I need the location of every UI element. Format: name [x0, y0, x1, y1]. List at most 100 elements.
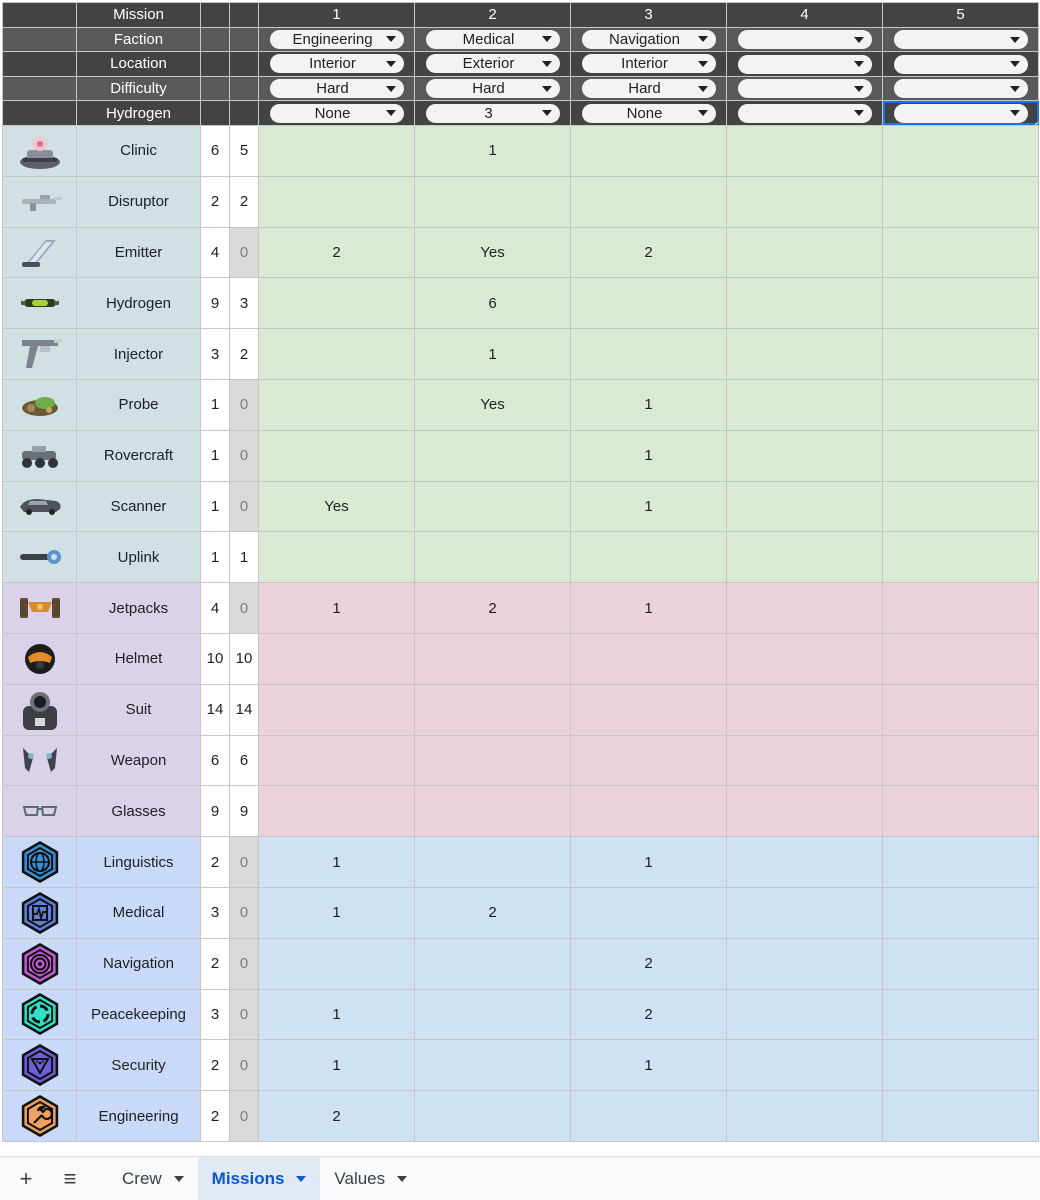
mission-2-peacekeeping-cell[interactable]: [414, 988, 571, 1041]
all-sheets-menu-button[interactable]: ≡: [48, 1157, 92, 1200]
mission-3-glasses-cell[interactable]: [570, 785, 727, 838]
mission-2-rovercraft-cell[interactable]: [414, 429, 571, 482]
item-name-injector[interactable]: Injector: [76, 328, 201, 380]
mission-5-engineering-cell[interactable]: [882, 1090, 1039, 1142]
mission-4-glasses-cell[interactable]: [726, 785, 883, 838]
mission-5-clinic-cell[interactable]: [882, 124, 1039, 177]
icon-cell[interactable]: [2, 886, 77, 939]
total-count-cell[interactable]: 2: [200, 1039, 230, 1092]
total-count-cell[interactable]: 6: [200, 734, 230, 787]
mission-2-scanner-cell[interactable]: [414, 480, 571, 533]
icon-cell[interactable]: [2, 988, 77, 1041]
total-count-cell[interactable]: 1: [200, 480, 230, 533]
item-name-rovercraft[interactable]: Rovercraft: [76, 429, 201, 482]
mission-3-suit-cell[interactable]: [570, 683, 727, 736]
mission-1-linguistics-cell[interactable]: 1: [258, 836, 415, 888]
item-name-peacekeeping[interactable]: Peacekeeping: [76, 988, 201, 1041]
dropdown-chip[interactable]: [737, 30, 872, 50]
dropdown-chip[interactable]: [737, 103, 872, 123]
mission-4-weapon-cell[interactable]: [726, 734, 883, 787]
dropdown-chip[interactable]: [893, 103, 1028, 123]
dropdown-chip[interactable]: Interior: [581, 54, 716, 74]
remaining-count-cell[interactable]: 10: [229, 632, 259, 685]
remaining-count-cell[interactable]: 0: [229, 378, 259, 431]
mission-2-security-cell[interactable]: [414, 1039, 571, 1092]
icon-cell[interactable]: [2, 683, 77, 736]
icon-cell[interactable]: [2, 480, 77, 533]
mission-5-uplink-cell[interactable]: [882, 531, 1039, 584]
mission-3-linguistics-cell[interactable]: 1: [570, 836, 727, 888]
dropdown-chip[interactable]: None: [581, 103, 716, 123]
mission-3-difficulty-cell[interactable]: Hard: [570, 75, 727, 102]
icon-cell[interactable]: [2, 632, 77, 685]
mission-1-faction-cell[interactable]: Engineering: [258, 26, 415, 53]
mission-1-scanner-cell[interactable]: Yes: [258, 480, 415, 533]
mission-4-disruptor-cell[interactable]: [726, 175, 883, 228]
mission-3-disruptor-cell[interactable]: [570, 175, 727, 228]
mission-number-header[interactable]: 1: [258, 2, 415, 28]
item-name-suit[interactable]: Suit: [76, 683, 201, 736]
mission-1-jetpacks-cell[interactable]: 1: [258, 582, 415, 634]
dropdown-chip[interactable]: Hard: [269, 79, 404, 99]
item-name-weapon[interactable]: Weapon: [76, 734, 201, 787]
mission-3-hydrogen-cell[interactable]: [570, 277, 727, 330]
mission-4-difficulty-cell[interactable]: [726, 75, 883, 102]
item-name-emitter[interactable]: Emitter: [76, 226, 201, 279]
mission-1-weapon-cell[interactable]: [258, 734, 415, 787]
mission-4-faction-cell[interactable]: [726, 26, 883, 53]
icon-cell[interactable]: [2, 734, 77, 787]
mission-1-rovercraft-cell[interactable]: [258, 429, 415, 482]
mission-4-emitter-cell[interactable]: [726, 226, 883, 279]
mission-3-emitter-cell[interactable]: 2: [570, 226, 727, 279]
icon-cell[interactable]: [2, 175, 77, 228]
mission-1-probe-cell[interactable]: [258, 378, 415, 431]
tab-menu-caret-icon[interactable]: [296, 1175, 307, 1182]
mission-2-suit-cell[interactable]: [414, 683, 571, 736]
mission-4-engineering-cell[interactable]: [726, 1090, 883, 1142]
mission-4-rovercraft-cell[interactable]: [726, 429, 883, 482]
sheet-tab-missions[interactable]: Missions: [197, 1156, 321, 1200]
sheet-tab-values[interactable]: Values: [320, 1157, 421, 1200]
total-count-cell[interactable]: 2: [200, 836, 230, 888]
mission-2-linguistics-cell[interactable]: [414, 836, 571, 888]
remaining-count-cell[interactable]: 5: [229, 124, 259, 177]
item-name-helmet[interactable]: Helmet: [76, 632, 201, 685]
remaining-count-cell[interactable]: 2: [229, 175, 259, 228]
mission-5-probe-cell[interactable]: [882, 378, 1039, 431]
total-count-cell[interactable]: 1: [200, 531, 230, 584]
mission-5-hydrogen-cell[interactable]: [882, 277, 1039, 330]
icon-cell[interactable]: [2, 277, 77, 330]
item-name-hydrogen[interactable]: Hydrogen: [76, 277, 201, 330]
item-name-scanner[interactable]: Scanner: [76, 480, 201, 533]
remaining-count-cell[interactable]: 1: [229, 531, 259, 584]
mission-5-scanner-cell[interactable]: [882, 480, 1039, 533]
mission-2-probe-cell[interactable]: Yes: [414, 378, 571, 431]
icon-cell[interactable]: [2, 1090, 77, 1142]
mission-2-weapon-cell[interactable]: [414, 734, 571, 787]
icon-cell[interactable]: [2, 836, 77, 888]
total-count-cell[interactable]: 10: [200, 632, 230, 685]
sheet-tab-crew[interactable]: Crew: [108, 1157, 198, 1200]
dropdown-chip[interactable]: Hard: [425, 79, 560, 99]
mission-1-injector-cell[interactable]: [258, 328, 415, 380]
mission-4-linguistics-cell[interactable]: [726, 836, 883, 888]
dropdown-chip[interactable]: Engineering: [269, 29, 404, 49]
mission-5-helmet-cell[interactable]: [882, 632, 1039, 685]
mission-4-suit-cell[interactable]: [726, 683, 883, 736]
mission-2-uplink-cell[interactable]: [414, 531, 571, 584]
mission-5-difficulty-cell[interactable]: [882, 75, 1039, 102]
item-name-engineering[interactable]: Engineering: [76, 1090, 201, 1142]
mission-1-suit-cell[interactable]: [258, 683, 415, 736]
mission-3-engineering-cell[interactable]: [570, 1090, 727, 1142]
total-count-cell[interactable]: 4: [200, 226, 230, 279]
mission-4-helmet-cell[interactable]: [726, 632, 883, 685]
dropdown-chip[interactable]: Medical: [425, 29, 560, 49]
mission-1-security-cell[interactable]: 1: [258, 1039, 415, 1092]
total-count-cell[interactable]: 2: [200, 937, 230, 990]
total-count-cell[interactable]: 1: [200, 378, 230, 431]
remaining-count-cell[interactable]: 0: [229, 480, 259, 533]
mission-2-clinic-cell[interactable]: 1: [414, 124, 571, 177]
mission-1-disruptor-cell[interactable]: [258, 175, 415, 228]
remaining-count-cell[interactable]: 3: [229, 277, 259, 330]
mission-3-injector-cell[interactable]: [570, 328, 727, 380]
